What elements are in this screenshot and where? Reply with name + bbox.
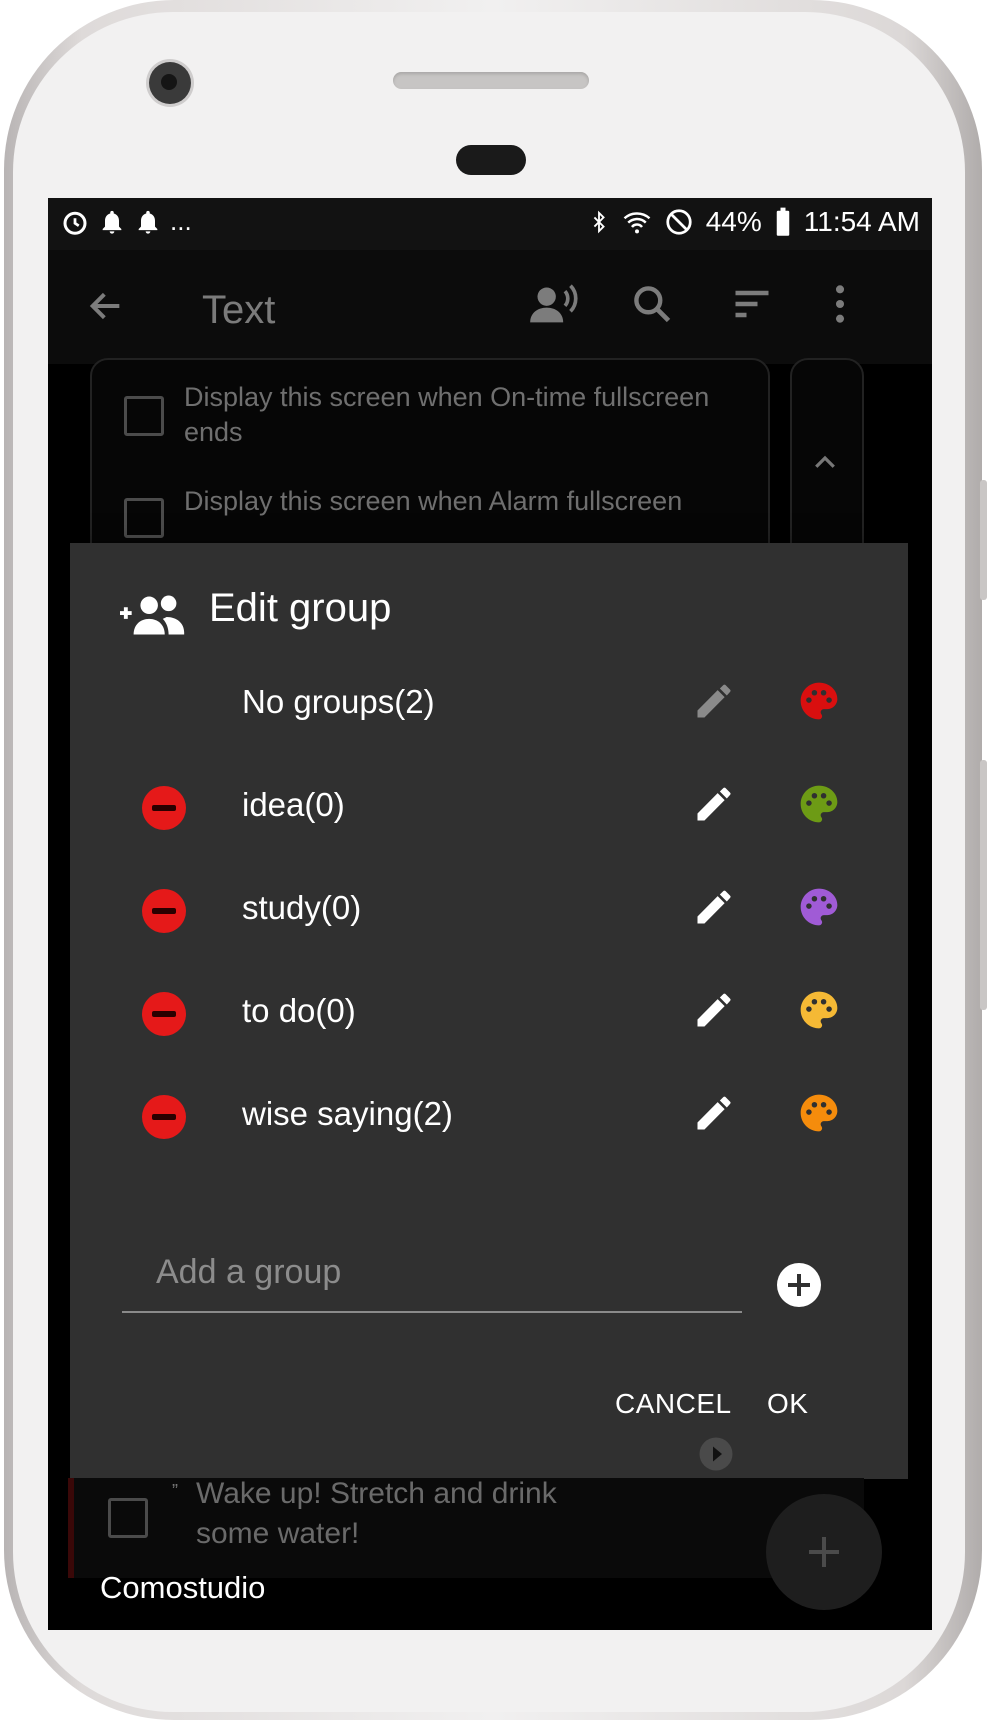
edit-pencil-icon[interactable]	[692, 1091, 736, 1135]
battery-icon	[776, 207, 790, 236]
front-camera	[149, 62, 191, 104]
palette-icon[interactable]	[797, 1091, 841, 1135]
palette-icon[interactable]	[797, 679, 841, 723]
notification-bell-icon	[138, 210, 158, 234]
dialog-title: Edit group	[209, 586, 392, 630]
palette-icon[interactable]	[797, 988, 841, 1032]
group-label: idea(0)	[242, 786, 345, 823]
voice-speak-icon[interactable]	[528, 282, 580, 326]
screen: ... 44% 11:54 AM Text Display this scree…	[48, 198, 932, 1630]
list-item-checkbox[interactable]	[108, 1498, 148, 1538]
chevron-up-icon[interactable]	[810, 448, 840, 478]
group-row: idea(0)	[70, 756, 908, 856]
group-row: wise saying(2)	[70, 1065, 908, 1165]
remove-group-button[interactable]	[142, 889, 186, 933]
cancel-button[interactable]: CANCEL	[615, 1388, 732, 1420]
palette-icon[interactable]	[797, 782, 841, 826]
edit-pencil-icon	[697, 684, 731, 718]
setting-ontime-text: Display this screen when On-time fullscr…	[184, 382, 710, 447]
notification-bell-icon	[102, 210, 122, 234]
group-label: wise saying(2)	[242, 1095, 453, 1132]
checkbox-ontime[interactable]	[124, 396, 164, 436]
checkbox-alarm[interactable]	[124, 498, 164, 538]
alarm-clock-icon	[63, 211, 87, 235]
remove-group-button[interactable]	[142, 786, 186, 830]
palette-icon[interactable]	[797, 885, 841, 929]
group-label: No groups(2)	[242, 683, 435, 720]
setting-alarm-text: Display this screen when Alarm fullscree…	[184, 486, 683, 516]
edit-pencil-icon[interactable]	[692, 988, 736, 1032]
group-label: to do(0)	[242, 992, 356, 1029]
battery-percent: 44%	[705, 206, 762, 237]
add-group-button[interactable]	[777, 1263, 821, 1307]
ok-button[interactable]: OK	[767, 1388, 808, 1420]
status-time: 11:54 AM	[803, 206, 920, 237]
remove-group-button[interactable]	[142, 992, 186, 1036]
volume-button	[980, 760, 987, 1010]
do-not-disturb-icon	[666, 209, 692, 235]
status-bar: ... 44% 11:54 AM	[48, 198, 932, 250]
group-row: No groups(2)	[70, 653, 908, 753]
sort-icon[interactable]	[730, 282, 774, 326]
remove-group-button[interactable]	[142, 1095, 186, 1139]
list-item-text: Wake up! Stretch and drink some water!	[196, 1477, 557, 1550]
play-icon[interactable]	[698, 1436, 734, 1472]
toolbar-title: Text	[202, 288, 276, 332]
edit-group-dialog: Edit group No groups(2) idea(0) study(0)…	[70, 543, 908, 1479]
back-arrow-icon[interactable]	[86, 286, 126, 326]
bluetooth-icon	[593, 210, 605, 234]
quote-icon: ”	[172, 1481, 178, 1501]
edit-pencil-icon[interactable]	[692, 782, 736, 826]
group-label: study(0)	[242, 889, 362, 926]
wifi-icon	[623, 212, 651, 234]
watermark: Comostudio	[100, 1570, 266, 1605]
toolbar: Text	[48, 250, 932, 364]
search-icon[interactable]	[630, 282, 674, 326]
add-fab-button[interactable]	[766, 1494, 882, 1610]
add-group-input[interactable]	[122, 1233, 742, 1313]
group-row: study(0)	[70, 859, 908, 959]
power-button	[980, 480, 987, 600]
group-row: to do(0)	[70, 962, 908, 1062]
more-notifications: ...	[170, 206, 192, 236]
proximity-sensor	[456, 145, 526, 175]
edit-pencil-icon[interactable]	[692, 885, 736, 929]
earpiece-speaker	[393, 72, 589, 89]
more-vert-icon[interactable]	[826, 282, 854, 326]
add-group-icon	[120, 595, 185, 635]
